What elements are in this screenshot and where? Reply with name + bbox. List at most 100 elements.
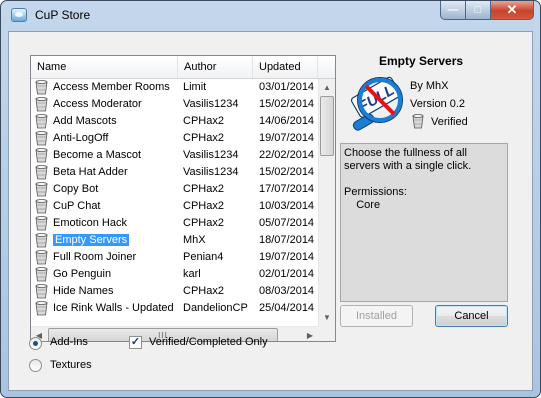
vertical-scroll-thumb[interactable] xyxy=(320,96,334,156)
scroll-down-arrow-icon[interactable]: ▼ xyxy=(319,309,335,326)
add-ins-label[interactable]: Add-Ins xyxy=(50,336,88,348)
description-line: Choose the fullness of all xyxy=(344,147,467,159)
row-name: Go Penguin xyxy=(53,268,112,280)
list-header: Name Author Updated xyxy=(31,56,335,79)
table-row[interactable]: Access Moderator Vasilis1234 15/02/2014 xyxy=(31,96,318,113)
row-updated: 14/06/2014 xyxy=(259,115,315,127)
table-row[interactable]: Add Mascots CPHax2 14/06/2014 xyxy=(31,113,318,130)
description-line: servers with a single click. xyxy=(344,160,472,172)
table-row[interactable]: Emoticon Hack CPHax2 05/07/2014 xyxy=(31,215,318,232)
row-updated: 17/07/2014 xyxy=(259,183,315,195)
close-icon: ✕ xyxy=(506,2,518,17)
cup-store-window: CuP Store — □ ✕ Name Author Updated Acce… xyxy=(0,0,541,398)
maximize-icon: □ xyxy=(474,4,482,16)
textures-label[interactable]: Textures xyxy=(50,359,92,371)
row-author: CPHax2 xyxy=(183,285,224,297)
row-name: Add Mascots xyxy=(53,115,117,127)
row-updated: 15/02/2014 xyxy=(259,98,315,110)
row-author: Vasilis1234 xyxy=(183,166,239,178)
table-row[interactable]: Full Room Joiner Penian4 19/07/2014 xyxy=(31,249,318,266)
row-author: CPHax2 xyxy=(183,183,224,195)
minimize-icon: — xyxy=(447,4,459,16)
row-name: Copy Bot xyxy=(53,183,99,195)
row-updated: 10/03/2014 xyxy=(259,200,315,212)
row-name: CuP Chat xyxy=(53,200,101,212)
row-name: Beta Hat Adder xyxy=(53,166,128,178)
caption-buttons: — □ ✕ xyxy=(440,1,534,21)
row-name: Access Moderator xyxy=(53,98,142,110)
description-line: Core xyxy=(344,199,381,211)
window-title: CuP Store xyxy=(35,8,91,22)
table-row[interactable]: Ice Rink Walls - Updated DandelionCP 25/04… xyxy=(31,300,318,317)
verified-label: Verified xyxy=(431,116,468,128)
row-name: Empty Servers xyxy=(53,234,130,246)
scroll-up-arrow-icon[interactable]: ▲ xyxy=(319,79,335,96)
minimize-button[interactable]: — xyxy=(440,1,466,20)
table-row[interactable]: Anti-LogOff CPHax2 19/07/2014 xyxy=(31,130,318,147)
scrollbar-corner xyxy=(318,326,335,341)
table-row[interactable]: CuP Chat CPHax2 10/03/2014 xyxy=(31,198,318,215)
textures-radio[interactable] xyxy=(29,359,42,372)
vertical-scrollbar[interactable]: ▲ ▼ xyxy=(318,79,335,326)
row-updated: 02/01/2014 xyxy=(259,268,315,280)
table-row[interactable]: Beta Hat Adder Vasilis1234 15/02/2014 xyxy=(31,164,318,181)
verified-only-label[interactable]: Verified/Completed Only xyxy=(149,336,268,348)
scroll-right-arrow-icon[interactable]: ▶ xyxy=(302,327,318,341)
row-updated: 03/01/2014 xyxy=(259,81,315,93)
verified-cup-icon xyxy=(412,114,424,129)
column-header-updated[interactable]: Updated xyxy=(253,56,318,78)
row-updated: 05/07/2014 xyxy=(259,217,315,229)
plugin-version: Version 0.2 xyxy=(410,98,466,110)
row-name: Anti-LogOff xyxy=(53,132,109,144)
row-name: Hide Names xyxy=(53,285,114,297)
plugin-description: Choose the fullness of all servers with a… xyxy=(340,143,508,302)
row-updated: 25/04/2014 xyxy=(259,302,315,314)
table-row[interactable]: Access Member Rooms Limit 03/01/2014 xyxy=(31,79,318,96)
plugin-logo-icon: FULL xyxy=(350,76,403,131)
row-author: MhX xyxy=(183,234,206,246)
row-author: CPHax2 xyxy=(183,200,224,212)
title-bar[interactable]: CuP Store — □ ✕ xyxy=(1,1,540,31)
column-header-name[interactable]: Name xyxy=(31,56,178,78)
verified-only-checkbox[interactable]: ✓ xyxy=(129,336,142,349)
row-author: CPHax2 xyxy=(183,132,224,144)
column-header-author[interactable]: Author xyxy=(178,56,253,78)
row-updated: 22/02/2014 xyxy=(259,149,315,161)
row-updated: 19/07/2014 xyxy=(259,132,315,144)
row-author: Vasilis1234 xyxy=(183,98,239,110)
add-ins-radio[interactable] xyxy=(29,337,42,350)
table-row[interactable]: Hide Names CPHax2 08/03/2014 xyxy=(31,283,318,300)
client-area: Name Author Updated Access Member Rooms L… xyxy=(8,31,533,391)
row-name: Become a Mascot xyxy=(53,149,142,161)
row-updated: 15/02/2014 xyxy=(259,166,315,178)
row-author: karl xyxy=(183,268,201,280)
row-name: Access Member Rooms xyxy=(53,81,170,93)
maximize-button[interactable]: □ xyxy=(466,1,491,20)
row-name: Ice Rink Walls - Updated xyxy=(53,302,174,314)
plugin-author: By MhX xyxy=(410,80,449,92)
table-row[interactable]: Empty Servers MhX 18/07/2014 xyxy=(31,232,318,249)
table-row[interactable]: Become a Mascot Vasilis1234 22/02/2014 xyxy=(31,147,318,164)
row-author: Limit xyxy=(183,81,207,93)
row-updated: 18/07/2014 xyxy=(259,234,315,246)
table-row[interactable]: Go Penguin karl 02/01/2014 xyxy=(31,266,318,283)
installed-button[interactable]: Installed xyxy=(340,305,413,327)
row-author: Penian4 xyxy=(183,251,224,263)
row-name: Full Room Joiner xyxy=(53,251,137,263)
plugin-list[interactable]: Name Author Updated Access Member Rooms L… xyxy=(30,55,336,342)
plugin-title: Empty Servers xyxy=(379,54,464,68)
list-rows: Access Member Rooms Limit 03/01/2014 Access… xyxy=(31,79,318,326)
description-line: Permissions: xyxy=(344,186,407,198)
row-name: Emoticon Hack xyxy=(53,217,127,229)
table-row[interactable]: Copy Bot CPHax2 17/07/2014 xyxy=(31,181,318,198)
close-button[interactable]: ✕ xyxy=(491,1,534,20)
row-author: CPHax2 xyxy=(183,115,224,127)
cup-store-icon xyxy=(11,8,27,22)
row-author: CPHax2 xyxy=(183,217,224,229)
row-updated: 19/07/2014 xyxy=(259,251,315,263)
row-author: Vasilis1234 xyxy=(183,149,239,161)
description-line xyxy=(344,173,504,186)
cancel-button[interactable]: Cancel xyxy=(435,305,508,327)
row-author: DandelionCP xyxy=(183,302,248,314)
row-updated: 08/03/2014 xyxy=(259,285,315,297)
